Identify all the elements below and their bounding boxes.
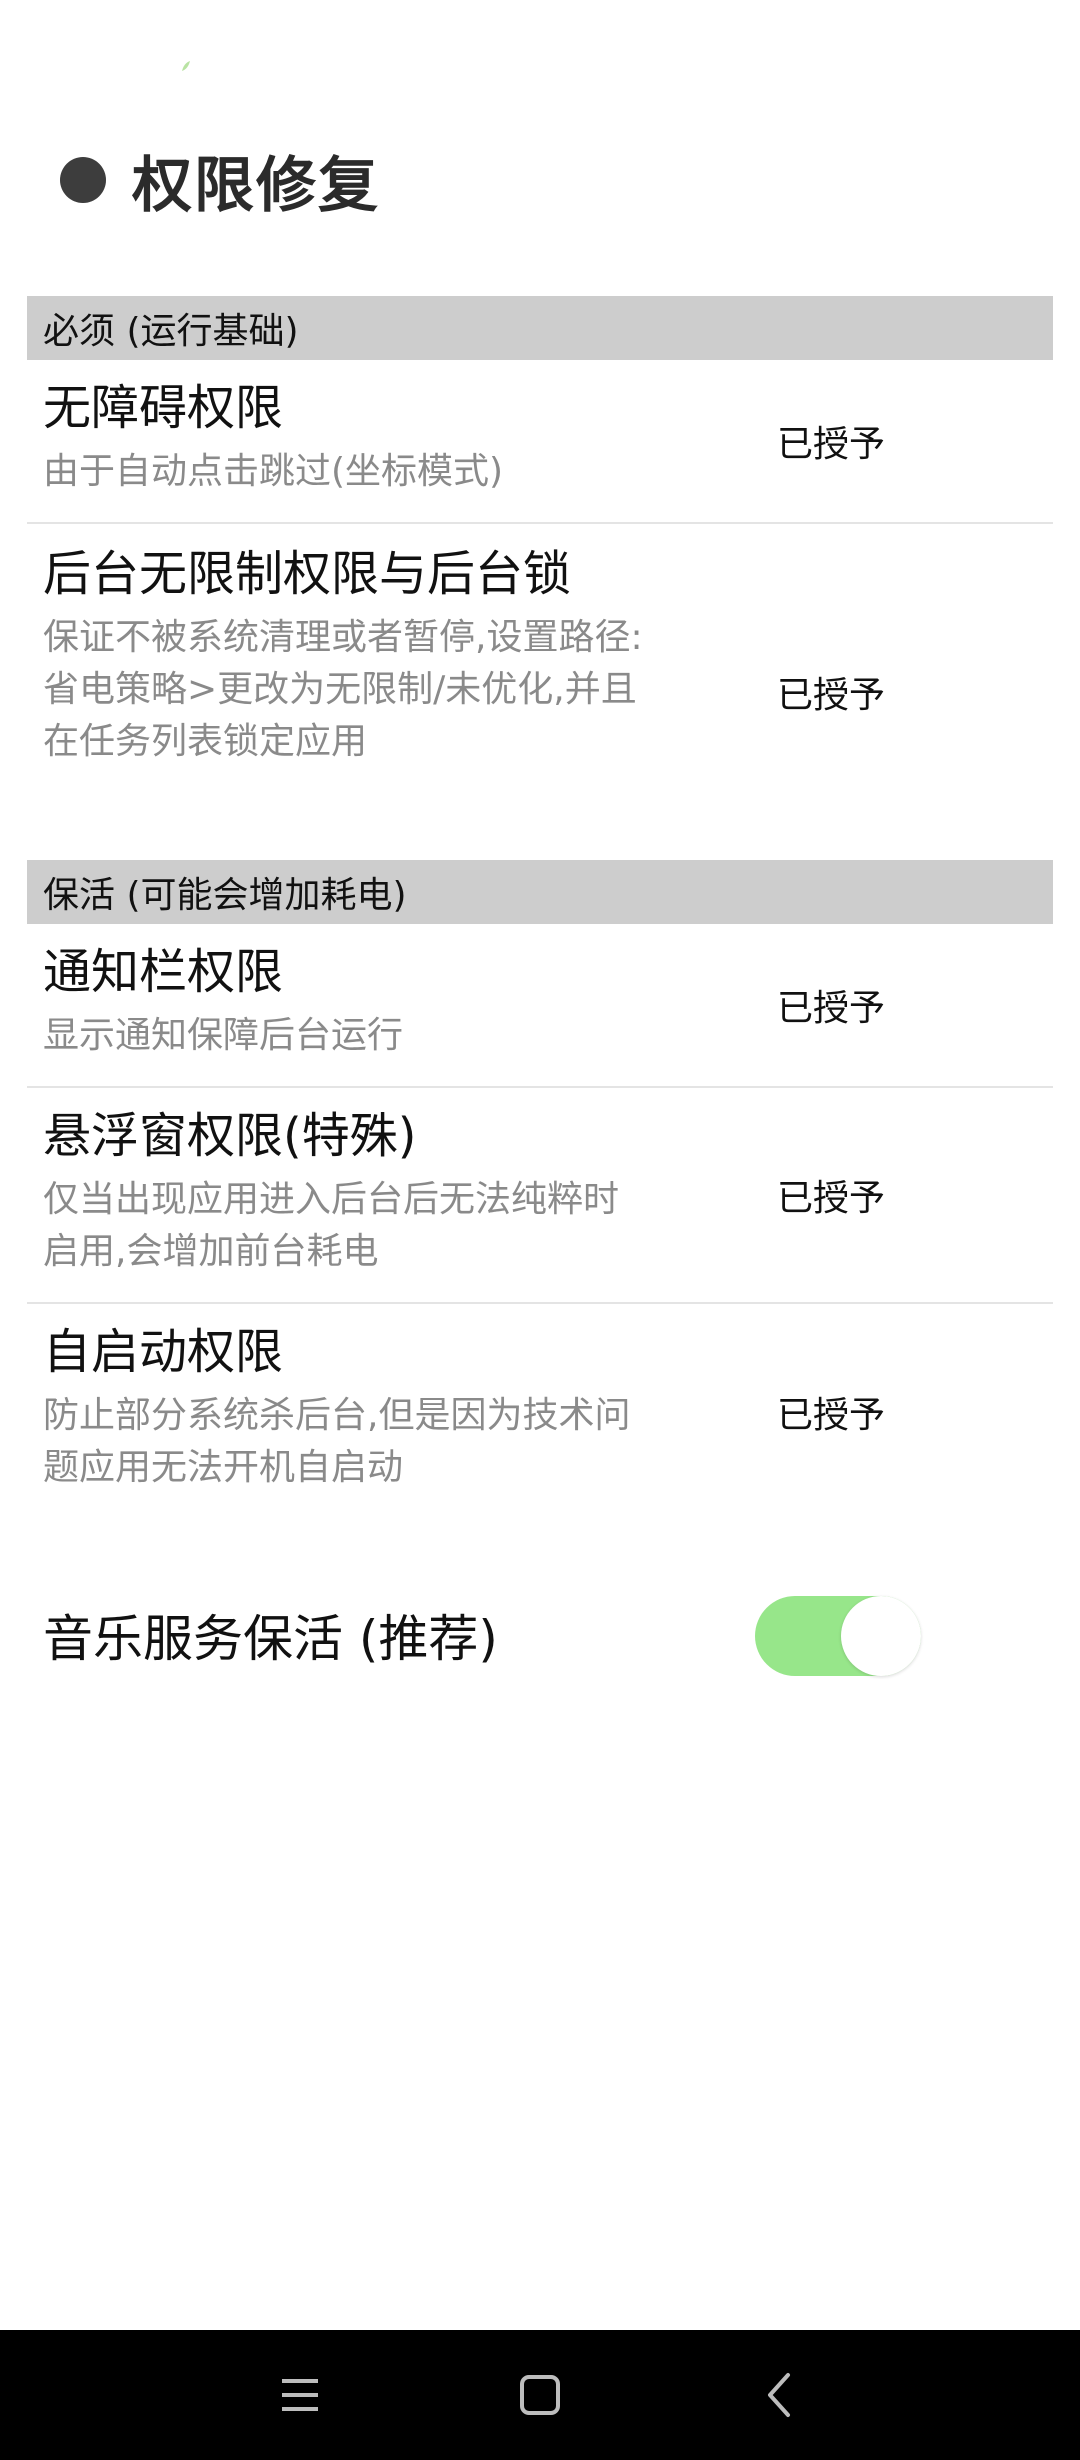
toggle-knob	[841, 1596, 921, 1676]
permission-item-notification[interactable]: 通知栏权限 显示通知保障后台运行 已授予	[27, 924, 1053, 1088]
permission-title: 悬浮窗权限(特殊)	[43, 1108, 417, 1164]
permission-status: 已授予	[777, 1178, 886, 1219]
permission-description: 保证不被系统清理或者暂停,设置路径: 省电策略>更改为无限制/未优化,并且在任务…	[43, 617, 643, 762]
permission-repair-screen: 权限修复 必须 (运行基础) 无障碍权限 由于自动点击跳过(坐标模式) 已授予 …	[0, 0, 1080, 2460]
page-title: 权限修复	[132, 150, 380, 221]
permission-item-accessibility[interactable]: 无障碍权限 由于自动点击跳过(坐标模式) 已授予	[27, 360, 1053, 524]
permission-description: 仅当出现应用进入后台后无法纯粹时启用,会增加前台耗电	[43, 1179, 620, 1272]
page-header: 权限修复	[60, 140, 380, 221]
section-header-keepalive: 保活 (可能会增加耗电)	[27, 860, 1053, 924]
music-keepalive-row: 音乐服务保活 (推荐)	[43, 1590, 1043, 1680]
permission-title: 无障碍权限	[43, 380, 284, 436]
permission-status: 已授予	[777, 1395, 886, 1436]
permission-status: 已授予	[777, 675, 886, 716]
section-header-required: 必须 (运行基础)	[27, 296, 1053, 360]
permission-status: 已授予	[777, 424, 886, 465]
system-nav-bar	[0, 2330, 1080, 2460]
home-icon[interactable]	[500, 2355, 580, 2435]
music-keepalive-label: 音乐服务保活 (推荐)	[43, 1610, 498, 1668]
back-icon[interactable]	[740, 2355, 820, 2435]
permission-list: 必须 (运行基础) 无障碍权限 由于自动点击跳过(坐标模式) 已授予 后台无限制…	[27, 296, 1053, 1520]
permission-description: 显示通知保障后台运行	[43, 1015, 404, 1056]
permission-description: 防止部分系统杀后台,但是因为技术问题应用无法开机自启动	[43, 1395, 631, 1488]
permission-item-floating-window[interactable]: 悬浮窗权限(特殊) 仅当出现应用进入后台后无法纯粹时启用,会增加前台耗电 已授予	[27, 1088, 1053, 1304]
permission-title: 后台无限制权限与后台锁	[43, 546, 572, 602]
permission-title: 通知栏权限	[43, 944, 284, 1000]
permission-item-autostart[interactable]: 自启动权限 防止部分系统杀后台,但是因为技术问题应用无法开机自启动 已授予	[27, 1304, 1053, 1520]
permission-status: 已授予	[777, 988, 886, 1029]
status-leaf-icon	[182, 61, 190, 71]
permission-title: 自启动权限	[43, 1324, 284, 1380]
header-dot-icon	[60, 157, 106, 203]
permission-item-background-unrestricted[interactable]: 后台无限制权限与后台锁 保证不被系统清理或者暂停,设置路径: 省电策略>更改为无…	[27, 524, 1053, 860]
menu-icon[interactable]	[260, 2355, 340, 2435]
music-keepalive-toggle[interactable]	[755, 1596, 921, 1676]
permission-description: 由于自动点击跳过(坐标模式)	[43, 451, 504, 492]
